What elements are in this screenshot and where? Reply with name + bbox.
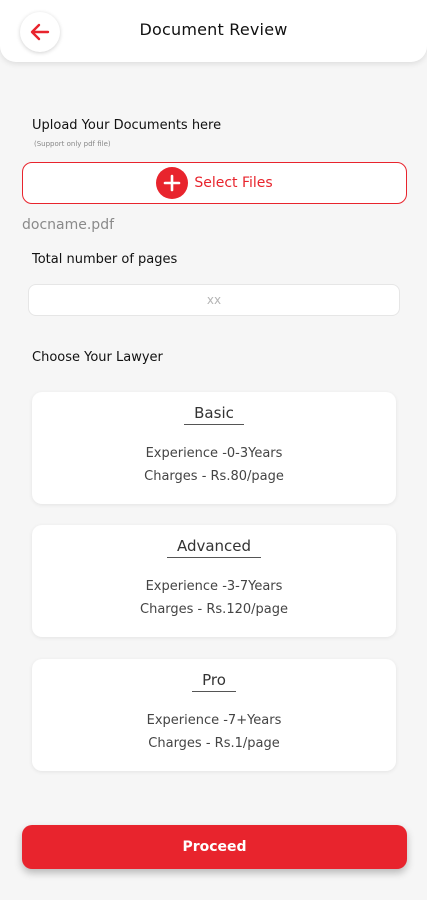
lawyer-card-experience: Experience -7+Years — [146, 713, 282, 728]
choose-lawyer-label: Choose Your Lawyer — [32, 350, 163, 365]
lawyer-card-basic[interactable]: Basic Experience -0-3Years Charges - Rs.… — [32, 392, 396, 504]
lawyer-card-title: Basic — [184, 404, 244, 425]
lawyer-card-experience: Experience -0-3Years — [145, 446, 283, 461]
select-files-button[interactable]: Select Files — [22, 162, 407, 204]
lawyer-card-advanced[interactable]: Advanced Experience -3-7Years Charges - … — [32, 525, 396, 637]
lawyer-card-charges: Charges - Rs.120/page — [140, 602, 288, 617]
uploaded-file-name: docname.pdf — [22, 217, 115, 233]
pages-input[interactable] — [28, 284, 400, 316]
page-title: Document Review — [139, 20, 288, 39]
upload-label: Upload Your Documents here — [32, 118, 222, 133]
lawyer-card-charges: Charges - Rs.1/page — [148, 736, 280, 751]
lawyer-card-title: Pro — [192, 671, 236, 692]
pages-label: Total number of pages — [32, 252, 178, 267]
plus-circle-icon — [156, 167, 189, 199]
lawyer-card-pro[interactable]: Pro Experience -7+Years Charges - Rs.1/p… — [32, 659, 396, 771]
lawyer-card-charges: Charges - Rs.80/page — [144, 469, 284, 484]
lawyer-card-experience: Experience -3-7Years — [145, 579, 283, 594]
proceed-button[interactable]: Proceed — [22, 825, 407, 869]
app-header: Document Review — [0, 0, 427, 62]
select-files-label: Select Files — [194, 175, 273, 191]
upload-note: (Support only pdf file) — [34, 140, 111, 148]
lawyer-card-title: Advanced — [166, 537, 262, 558]
